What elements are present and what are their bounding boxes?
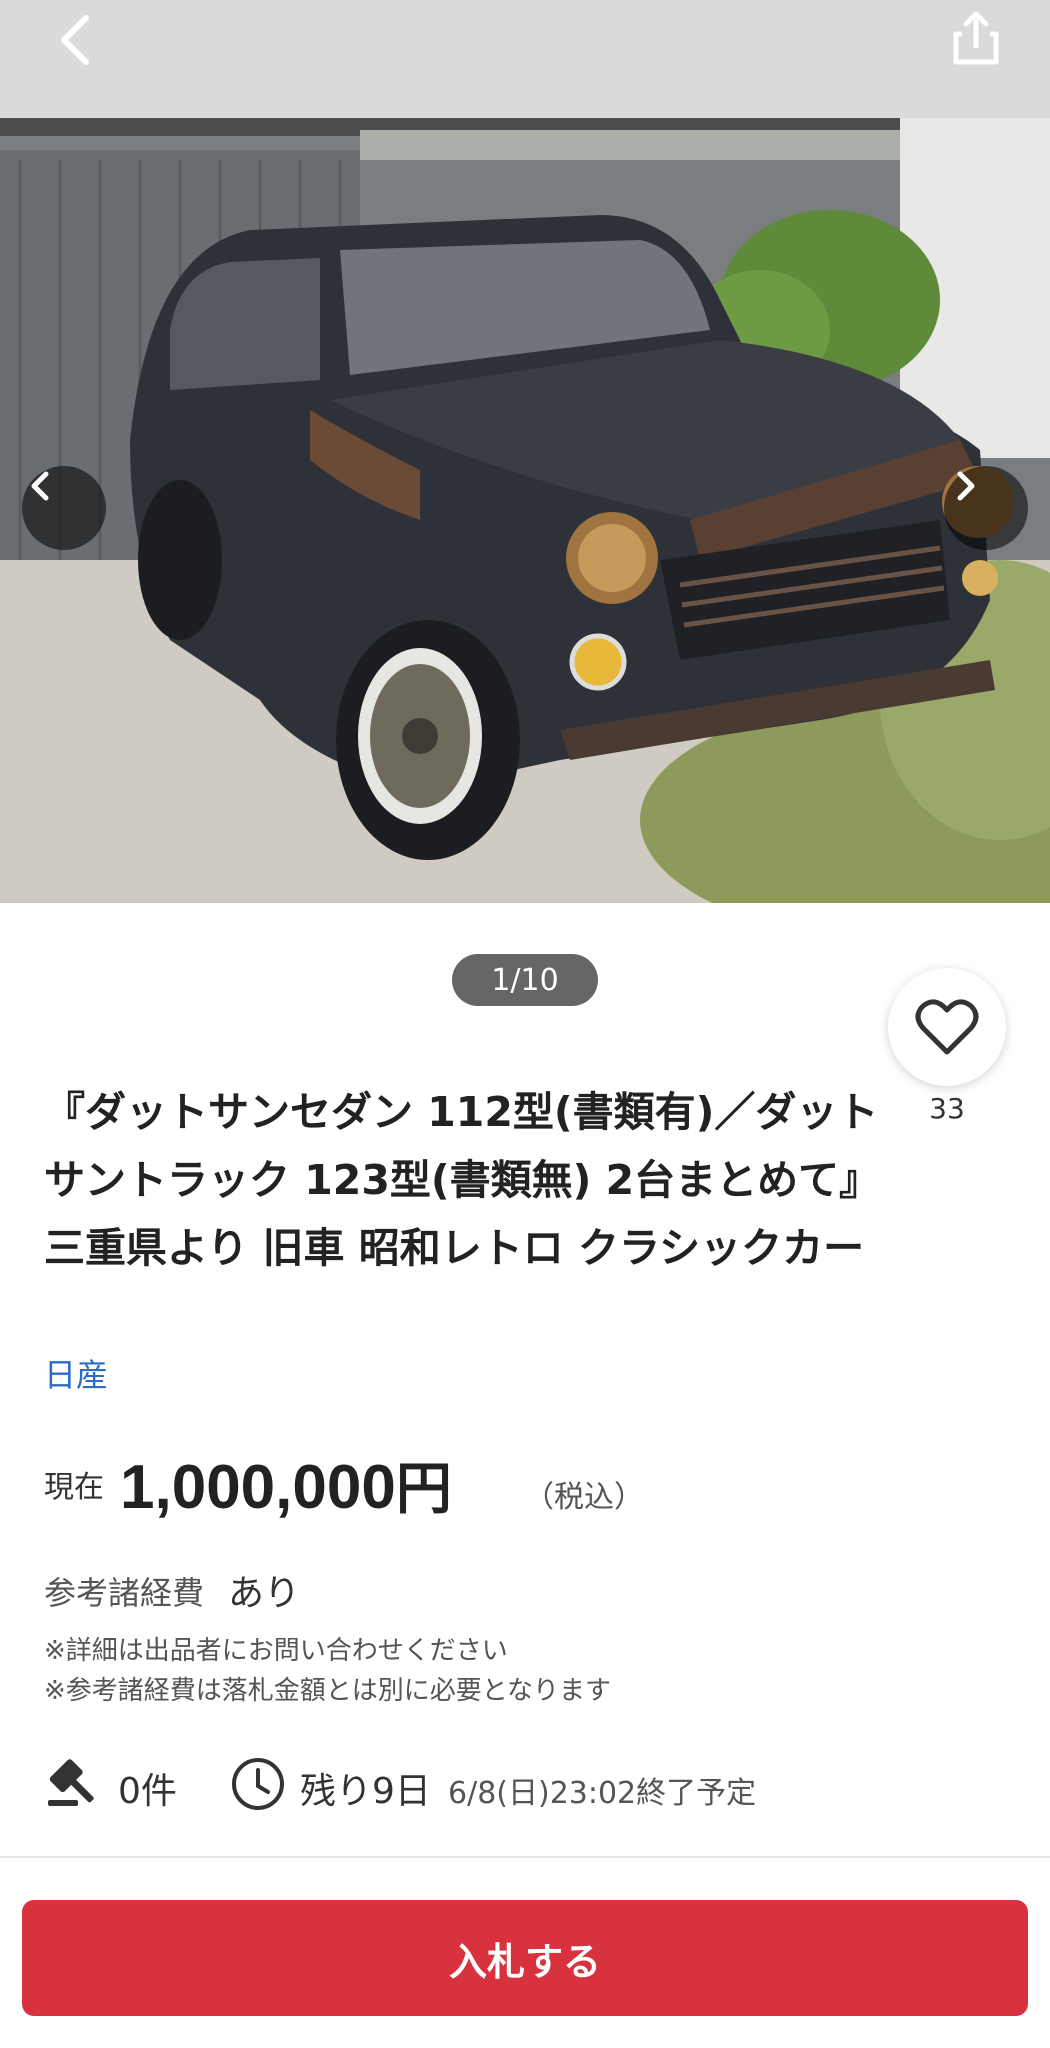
price-unit: 円 bbox=[395, 1457, 452, 1520]
heart-icon bbox=[915, 999, 979, 1055]
time-remaining: 残り9日 bbox=[300, 1771, 431, 1812]
favorite-count: 33 bbox=[929, 1092, 965, 1125]
bid-button[interactable]: 入札する bbox=[22, 1900, 1028, 2016]
share-icon bbox=[953, 11, 999, 65]
fee-note-separate: ※参考諸経費は落札金額とは別に必要となります bbox=[44, 1676, 612, 1706]
fee-value: あり bbox=[228, 1573, 301, 1614]
product-photo[interactable] bbox=[0, 0, 1050, 903]
image-counter: 1/10 bbox=[452, 954, 598, 1006]
back-button[interactable] bbox=[48, 6, 108, 70]
listing-title: 『ダットサンセダン 112型(書類有)／ダットサントラック 123型(書類無) … bbox=[44, 1088, 881, 1272]
prev-image-button[interactable] bbox=[22, 466, 106, 550]
tax-note: （税込） bbox=[524, 1480, 644, 1515]
fee-label: 参考諸経費 bbox=[44, 1574, 205, 1612]
price-amount: 1,000,000 bbox=[120, 1453, 396, 1522]
chevron-left-icon bbox=[61, 15, 89, 65]
favorite-button[interactable] bbox=[888, 968, 1006, 1086]
auction-stats: 0件 残り9日 6/8(日)23:02終了予定 bbox=[44, 1752, 1004, 1812]
gavel-icon bbox=[48, 1759, 94, 1806]
fee-note-contact: ※詳細は出品者にお問い合わせください bbox=[44, 1636, 508, 1666]
brand-link[interactable]: 日産 bbox=[44, 1350, 108, 1396]
divider bbox=[0, 1856, 1050, 1858]
next-image-button[interactable] bbox=[944, 466, 1028, 550]
car-photo-illustration bbox=[0, 118, 1050, 903]
chevron-left-icon bbox=[31, 471, 49, 501]
header-bar bbox=[0, 0, 1050, 118]
bid-count: 0件 bbox=[118, 1771, 177, 1812]
current-price: 1,000,000円 bbox=[120, 1444, 452, 1525]
end-time: 6/8(日)23:02終了予定 bbox=[448, 1776, 757, 1811]
clock-icon bbox=[232, 1758, 284, 1810]
chevron-right-icon bbox=[957, 471, 975, 501]
share-button[interactable] bbox=[946, 6, 1006, 70]
price-label: 現在 bbox=[44, 1470, 104, 1505]
